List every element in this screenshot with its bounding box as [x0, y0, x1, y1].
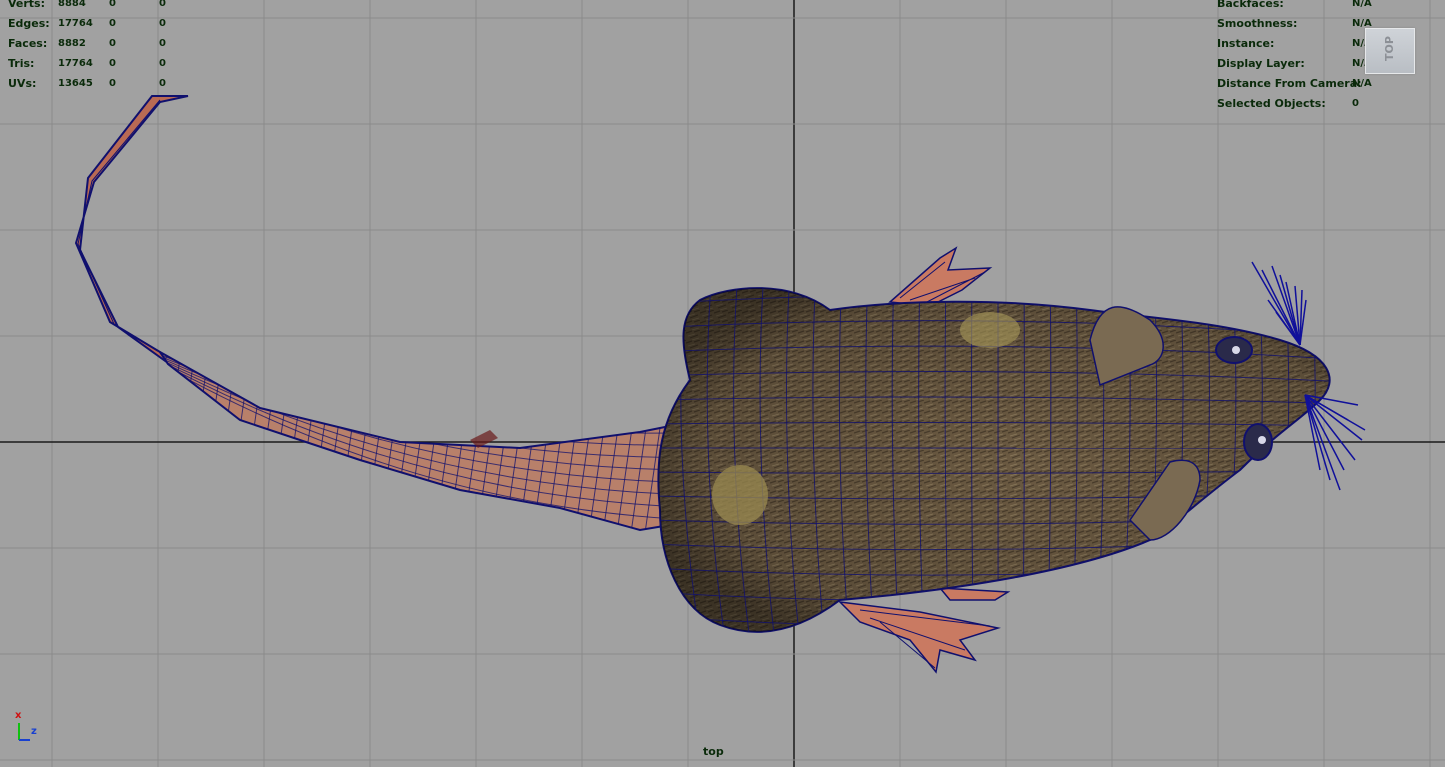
- view-cube-label: TOP: [1383, 36, 1396, 61]
- hud-value: 8882: [58, 38, 86, 49]
- rat-front-foot-top: [888, 246, 993, 307]
- hud-label: Display Layer:: [1217, 57, 1305, 70]
- hud-label: UVs:: [8, 77, 37, 90]
- hud-row-tris: Tris: 17764 0 0: [8, 54, 208, 74]
- hud-value: 0: [159, 58, 166, 69]
- hud-row-uvs: UVs: 13645 0 0: [8, 74, 208, 94]
- hud-value: 0: [109, 38, 116, 49]
- rat-model[interactable]: [0, 0, 1445, 767]
- rat-tail-tip: [74, 95, 189, 364]
- hud-label: Selected Objects:: [1217, 97, 1326, 110]
- rat-back-foot-bottom: [837, 600, 1001, 674]
- hud-value: 13645: [58, 78, 93, 89]
- hud-value: 0: [159, 0, 166, 9]
- hud-label: Backfaces:: [1217, 0, 1284, 10]
- hud-label: Tris:: [8, 57, 35, 70]
- hud-label: Instance:: [1217, 37, 1275, 50]
- hud-row-instance: Instance: N/A: [1217, 34, 1387, 54]
- object-details-hud: Backfaces: N/A Smoothness: N/A Instance:…: [1217, 0, 1387, 114]
- hud-value: 0: [109, 78, 116, 89]
- rat-foot-right: [938, 587, 1011, 601]
- hud-row-selected: Selected Objects: 0: [1217, 94, 1387, 114]
- hud-row-edges: Edges: 17764 0 0: [8, 14, 208, 34]
- camera-name-label: top: [703, 745, 724, 758]
- rat-tail: [159, 351, 701, 532]
- hud-value: 17764: [58, 58, 93, 69]
- hud-label: Distance From Camera:: [1217, 77, 1362, 90]
- hud-value: 0: [109, 0, 116, 9]
- hud-value: 0: [109, 18, 116, 29]
- hud-value: 0: [159, 38, 166, 49]
- hud-label: Smoothness:: [1217, 17, 1298, 30]
- axis-gizmo: x z: [12, 710, 52, 744]
- hud-value: 17764: [58, 18, 93, 29]
- hud-row-display-layer: Display Layer: N/A: [1217, 54, 1387, 74]
- hud-value: 0: [109, 58, 116, 69]
- hud-value: 0: [159, 18, 166, 29]
- perspective-viewport[interactable]: Verts: 8884 0 0 Edges: 17764 0 0 Faces: …: [0, 0, 1445, 767]
- hud-row-distance: Distance From Camera: N/A: [1217, 74, 1387, 94]
- hud-row-verts: Verts: 8884 0 0: [8, 0, 208, 14]
- hud-value: N/A: [1352, 0, 1372, 9]
- hud-row-backfaces: Backfaces: N/A: [1217, 0, 1387, 14]
- hud-row-smoothness: Smoothness: N/A: [1217, 14, 1387, 34]
- poly-count-hud: Verts: 8884 0 0 Edges: 17764 0 0 Faces: …: [8, 0, 208, 94]
- hud-value: 8884: [58, 0, 86, 9]
- hud-value: N/A: [1352, 78, 1372, 89]
- view-cube[interactable]: TOP: [1365, 28, 1415, 74]
- hud-value: 0: [159, 78, 166, 89]
- axis-z-label: z: [31, 726, 37, 737]
- hud-label: Verts:: [8, 0, 46, 10]
- hud-value: 0: [1352, 98, 1359, 109]
- hud-row-faces: Faces: 8882 0 0: [8, 34, 208, 54]
- hud-label: Edges:: [8, 17, 50, 30]
- hud-label: Faces:: [8, 37, 48, 50]
